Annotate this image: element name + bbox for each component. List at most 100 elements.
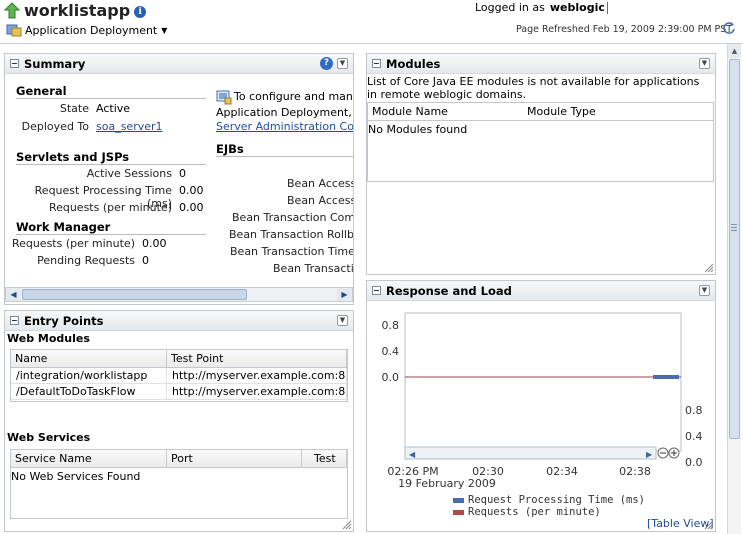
app-deployment-menu[interactable]: Application Deployment ▼ [6, 23, 167, 37]
scroll-left-icon: ◀ [409, 450, 416, 459]
test-point-link[interactable]: http://myserver.example.com:8001/integra… [167, 368, 347, 383]
modules-table: Module Name Module Type No Modules found [367, 102, 714, 182]
requests-per-minute-value: 0.00 [179, 201, 204, 214]
summary-title: Summary [24, 56, 86, 71]
servlets-heading: Servlets and JSPs [16, 150, 206, 165]
ejb-row: Bean Transaction Timeouts [230, 245, 354, 258]
web-modules-heading: Web Modules [7, 332, 90, 345]
summary-panel: Summary ? ▼ General State Active Deploye… [4, 53, 354, 305]
resize-handle-icon[interactable] [342, 520, 352, 530]
entry-points-title: Entry Points [24, 313, 104, 328]
y-tick-label: 0.0 [382, 371, 400, 384]
request-processing-value: 0.00 [179, 184, 204, 197]
chart-scrollbar [404, 446, 657, 460]
app-title: worklistapp [24, 1, 131, 20]
modules-title: Modules [386, 56, 441, 71]
resize-handle-icon[interactable] [704, 263, 714, 273]
admin-console-link[interactable]: Server Administration Console [216, 120, 353, 133]
right-tick-label: 0.0 [685, 456, 703, 469]
response-load-panel: Response and Load ▼ 0.8 0.4 0.0 0.8 0.4 0.0 ◀ ▶… [366, 280, 716, 532]
web-modules-table: Name Test Point /integration/worklistapp… [10, 349, 348, 402]
collapse-icon[interactable] [10, 59, 19, 68]
collapse-icon[interactable] [372, 59, 381, 68]
legend-label: Requests (per minute) [468, 506, 601, 518]
app-root: worklistapp i Application Deployment ▼ L… [0, 0, 743, 534]
module-name-cell: /DefaultToDoTaskFlow [11, 384, 167, 399]
modules-notice: List of Core Java EE modules is not avai… [367, 75, 700, 101]
summary-header: Summary ? ▼ [5, 54, 353, 74]
legend-swatch [453, 498, 464, 503]
pending-requests-value: 0 [142, 254, 149, 267]
deployed-to-link[interactable]: soa_server1 [96, 120, 163, 133]
legend-swatch [453, 510, 464, 515]
chevron-down-icon[interactable]: ▼ [337, 315, 348, 326]
requests-per-minute-label: Requests (per minute) [48, 201, 172, 214]
refresh-icon[interactable] [722, 21, 736, 35]
ejbs-heading: EJBs [216, 142, 353, 157]
console-icon [216, 90, 232, 105]
pending-requests-label: Pending Requests [37, 254, 135, 267]
logged-in-label: Logged in as [475, 1, 545, 14]
column-header-module-type[interactable]: Module Type [523, 103, 673, 120]
active-sessions-value: 0 [179, 167, 186, 180]
table-row[interactable]: /DefaultToDoTaskFlow http://myserver.exa… [11, 384, 347, 400]
up-arrow-icon[interactable] [4, 1, 20, 20]
x-tick-label: 02:38 [619, 465, 651, 478]
summary-horizontal-scrollbar[interactable]: ◀ ▶ [5, 287, 353, 302]
entry-points-panel: Entry Points ▼ Web Modules Name Test Poi… [4, 310, 354, 532]
no-modules-text: No Modules found [368, 123, 468, 136]
wm-requests-label: Requests (per minute) [11, 237, 135, 250]
collapse-icon[interactable] [372, 286, 381, 295]
column-header-name[interactable]: Name [11, 350, 167, 367]
active-sessions-label: Active Sessions [86, 167, 172, 180]
web-services-heading: Web Services [7, 431, 91, 444]
user-name: weblogic [549, 1, 605, 14]
scroll-right-icon[interactable]: ▶ [337, 288, 352, 301]
y-tick-label: 0.4 [382, 345, 400, 358]
info-icon[interactable]: i [134, 6, 147, 18]
chevron-down-icon[interactable]: ▼ [699, 58, 710, 69]
chevron-down-icon[interactable]: ▼ [337, 58, 348, 69]
scroll-up-icon[interactable]: ▲ [728, 44, 741, 58]
scroll-left-icon[interactable]: ◀ [6, 288, 21, 301]
page-header: worklistapp i Application Deployment ▼ L… [0, 0, 743, 44]
chevron-down-icon[interactable]: ▼ [699, 285, 710, 296]
ejb-row: Bean Access Successes [287, 194, 354, 207]
configure-text-line2: Application Deployment, use [216, 106, 353, 119]
column-header-test-point[interactable]: Test Point [167, 350, 347, 367]
x-tick-label: 02:34 [546, 465, 578, 478]
no-services-text: No Web Services Found [11, 470, 141, 483]
modules-header: Modules ▼ [367, 54, 715, 74]
collapse-icon[interactable] [10, 316, 19, 325]
column-header-service-name[interactable]: Service Name [11, 450, 167, 467]
response-load-header: Response and Load ▼ [367, 281, 715, 301]
table-row[interactable]: /integration/worklistapp http://myserver… [11, 368, 347, 384]
help-icon[interactable]: ? [320, 57, 333, 70]
ejb-row: Bean Accesses [287, 177, 353, 190]
chevron-down-icon: ▼ [161, 25, 168, 35]
general-heading: General [16, 84, 206, 99]
scroll-thumb[interactable] [729, 59, 740, 439]
page-vertical-scrollbar[interactable]: ▲ [727, 44, 741, 534]
y-tick-label: 0.8 [382, 319, 400, 332]
state-value: Active [96, 102, 131, 115]
web-services-table: Service Name Port Test No Web Services F… [10, 449, 348, 519]
right-tick-label: 0.4 [685, 430, 703, 443]
configure-text-line1: To configure and manage [234, 90, 353, 103]
scroll-right-icon: ▶ [646, 450, 653, 459]
column-header-module-name[interactable]: Module Name [368, 103, 523, 120]
modules-panel: Modules ▼ List of Core Java EE modules i… [366, 53, 716, 275]
module-name-cell: /integration/worklistapp [11, 368, 167, 383]
column-header-port[interactable]: Port [167, 450, 302, 467]
column-header-test[interactable]: Test [302, 450, 347, 467]
logged-in-info: Logged in as weblogic [475, 1, 608, 14]
app-title-area: worklistapp i [4, 1, 147, 20]
resize-handle-icon[interactable] [704, 520, 714, 530]
state-label: State [59, 102, 89, 115]
response-load-chart: 0.80.40.00.80.40.0◀ ▶02:26 PM 02:30 02:34 02… [382, 312, 703, 518]
ejb-row: Bean Transaction Commits [232, 211, 354, 224]
test-point-link[interactable]: http://myserver.example.com:8001/Default… [167, 384, 347, 399]
scroll-thumb[interactable] [22, 289, 247, 300]
scroll-grip [731, 224, 737, 225]
text-cursor [606, 2, 608, 14]
